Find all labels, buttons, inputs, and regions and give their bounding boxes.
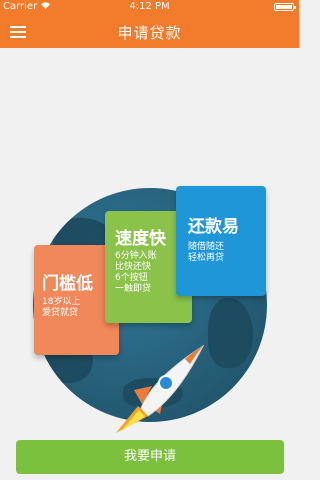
status-time: 4:12 PM <box>129 1 170 12</box>
nav-bar: 申请贷款 <box>0 14 299 48</box>
feature-line: 6个按钮 <box>115 273 148 283</box>
feature-line: 随借随还 <box>188 242 225 252</box>
hero-illustration: 门槛低 18岁以上 爱贷就贷 速度快 6分钟入账 比快还快 6个按钮 一触即贷 … <box>0 48 299 438</box>
battery-icon <box>274 3 296 11</box>
feature-line: 6分钟入账 <box>115 251 157 261</box>
feature-title: 速度快 <box>115 229 166 249</box>
page-title: 申请贷款 <box>117 24 182 42</box>
feature-title: 门槛低 <box>42 274 93 294</box>
feature-title: 还款易 <box>188 217 239 237</box>
feature-line: 轻松再贷 <box>188 253 225 263</box>
feature-line: 18岁以上 <box>42 297 81 307</box>
feature-line: 爱贷就贷 <box>42 308 79 318</box>
status-bar: Carrier 4:12 PM <box>0 0 299 14</box>
feature-card-easy-repay: 还款易 随借随还 轻松再贷 <box>176 186 266 296</box>
rocket-icon <box>116 344 205 433</box>
feature-description: 18岁以上 爱贷就贷 <box>42 297 80 319</box>
feature-line: 比快还快 <box>115 262 152 272</box>
feature-description: 6分钟入账 比快还快 6个按钮 一触即贷 <box>115 251 157 295</box>
feature-description: 随借随还 轻松再贷 <box>188 242 224 264</box>
feature-line: 一触即贷 <box>115 284 152 294</box>
apply-button[interactable]: 我要申请 <box>16 440 284 474</box>
